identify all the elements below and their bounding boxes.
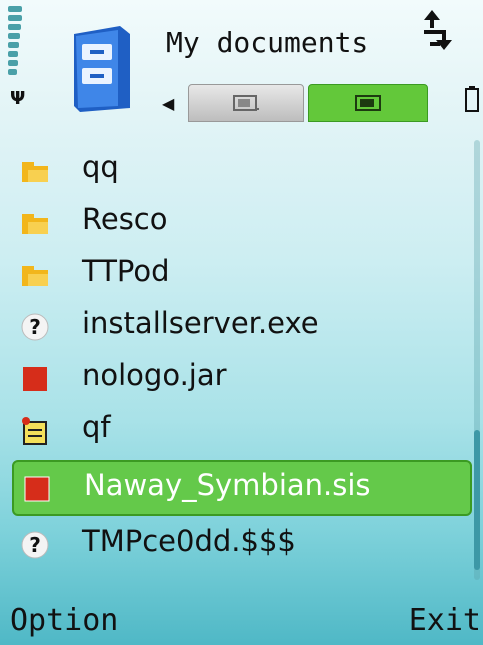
note-file-icon — [22, 417, 47, 445]
softkey-bar: Option Exit — [0, 595, 483, 645]
list-item-label: qf — [82, 410, 111, 444]
list-item-selected[interactable]: Naway_Symbian.sis — [12, 460, 472, 516]
list-item[interactable]: ? installserver.exe — [12, 300, 468, 352]
phone-memory-icon — [233, 95, 259, 111]
list-item[interactable]: ? TMPce0dd.$$$ — [12, 518, 468, 570]
memory-card-icon — [355, 95, 381, 111]
exit-softkey[interactable]: Exit — [409, 603, 481, 638]
list-item-label: qq — [82, 150, 119, 184]
tab-memory-card[interactable] — [308, 84, 428, 122]
unknown-file-icon: ? — [21, 313, 49, 341]
folder-icon — [22, 266, 48, 286]
list-item-label: TMPce0dd.$$$ — [82, 524, 296, 558]
list-item[interactable]: TTPod — [12, 248, 468, 300]
data-transfer-icon — [420, 8, 456, 52]
list-item[interactable]: qq — [12, 144, 468, 196]
svg-text:?: ? — [29, 533, 41, 557]
status-bar: Ψ My documents ◀ — [0, 0, 483, 125]
list-item-label: Resco — [82, 202, 168, 236]
file-manager-icon — [66, 22, 138, 114]
unknown-file-icon: ? — [21, 531, 49, 559]
tab-left-arrow-icon[interactable]: ◀ — [162, 94, 174, 113]
battery-icon — [465, 86, 479, 112]
antenna-icon: Ψ — [10, 88, 26, 109]
storage-tabs: ◀ — [160, 84, 470, 122]
folder-icon — [22, 162, 48, 182]
list-item[interactable]: qf — [12, 404, 468, 456]
list-item-label: installserver.exe — [82, 306, 319, 340]
application-file-icon — [24, 476, 50, 502]
list-item-label: TTPod — [82, 254, 170, 288]
list-item-label: nologo.jar — [82, 358, 227, 392]
scrollbar-thumb[interactable] — [474, 430, 480, 570]
list-item-label: Naway_Symbian.sis — [84, 468, 371, 502]
application-file-icon — [23, 367, 47, 391]
svg-text:?: ? — [29, 315, 41, 339]
list-item[interactable]: Resco — [12, 196, 468, 248]
page-title: My documents — [166, 26, 369, 59]
signal-strength-icon — [8, 6, 38, 86]
folder-icon — [22, 214, 48, 234]
list-item[interactable]: nologo.jar — [12, 352, 468, 404]
option-softkey[interactable]: Option — [10, 603, 118, 638]
tab-phone-memory[interactable] — [188, 84, 304, 122]
scrollbar[interactable] — [474, 140, 480, 580]
